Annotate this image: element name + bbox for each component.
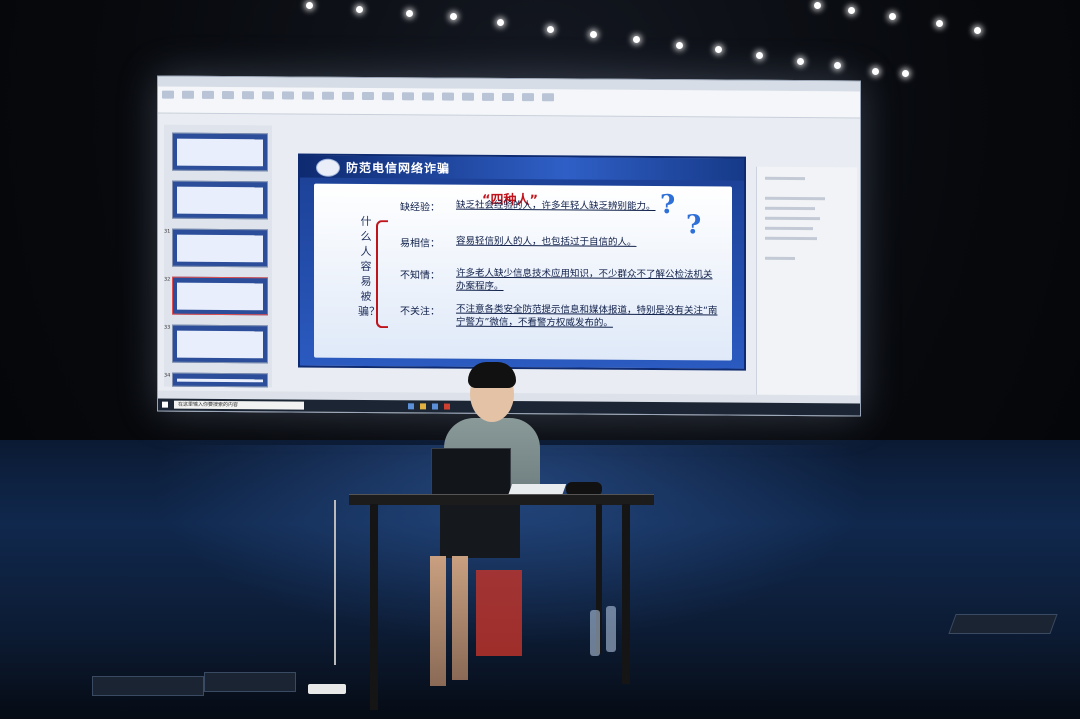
ceiling-light bbox=[676, 42, 683, 49]
floor-vent bbox=[948, 614, 1058, 634]
item-description: 容易轻信别人的人，也包括过于自信的人。 bbox=[456, 235, 637, 248]
pane-row[interactable] bbox=[765, 236, 817, 241]
pane-row[interactable] bbox=[765, 226, 813, 231]
ribbon-icon[interactable] bbox=[542, 93, 554, 102]
thumbnail-number: 33 bbox=[164, 324, 171, 331]
ceiling-light bbox=[406, 10, 413, 17]
folder-icon[interactable] bbox=[420, 403, 426, 410]
item-term: 不关注： bbox=[400, 306, 440, 318]
ribbon-icon[interactable] bbox=[462, 92, 474, 101]
desk-leg bbox=[370, 504, 378, 710]
ceiling-light bbox=[848, 7, 855, 14]
item-description: 许多老人缺少信息技术应用知识，不少群众不了解公检法机关办案程序。 bbox=[456, 267, 713, 292]
thumbnail-number: 34 bbox=[164, 372, 171, 379]
item-description: 缺乏社会经验的人，许多年轻人缺乏辨别能力。 bbox=[456, 199, 656, 213]
ceiling-light bbox=[633, 36, 640, 43]
item-term: 易相信： bbox=[400, 238, 440, 250]
ribbon-icon[interactable] bbox=[302, 91, 314, 100]
brace-bracket bbox=[376, 220, 388, 329]
floor-vent bbox=[204, 672, 296, 692]
pane-row[interactable] bbox=[765, 196, 825, 201]
ribbon-icon[interactable] bbox=[402, 92, 414, 101]
floor-vent bbox=[92, 676, 204, 696]
ribbon-icon[interactable] bbox=[162, 90, 174, 99]
vertical-question-label: 什么人容易被骗？ bbox=[358, 214, 380, 319]
pane-row[interactable] bbox=[765, 256, 795, 260]
water-bottle bbox=[590, 610, 600, 656]
thumbnail-number: 32 bbox=[164, 276, 171, 283]
speaker-hair bbox=[468, 362, 516, 388]
ribbon-icon[interactable] bbox=[182, 90, 194, 99]
pane-row[interactable] bbox=[765, 216, 820, 221]
ribbon-icon[interactable] bbox=[482, 92, 494, 101]
item-description: 不注意各类安全防范提示信息和媒体报道，特别是没有关注“南宁警方”微信，不看警方权… bbox=[456, 303, 718, 329]
ceiling-light bbox=[715, 46, 722, 53]
ceiling-light bbox=[902, 70, 909, 77]
item-term: 缺经验： bbox=[400, 202, 440, 214]
ribbon-icon[interactable] bbox=[422, 92, 434, 101]
power-strip bbox=[308, 684, 346, 694]
ceiling-light bbox=[356, 6, 363, 13]
slide-thumbnail[interactable] bbox=[172, 372, 268, 388]
windows-start-icon[interactable] bbox=[162, 401, 168, 408]
ceiling-light bbox=[834, 62, 841, 69]
speaker-skirt bbox=[440, 498, 520, 558]
ceiling-light bbox=[756, 52, 763, 59]
taskbar-app-icon[interactable] bbox=[408, 403, 414, 410]
ribbon-toolbar bbox=[158, 86, 860, 119]
pane-row[interactable] bbox=[765, 176, 805, 181]
ribbon-icon[interactable] bbox=[522, 93, 534, 102]
slide-header-bar: 防范电信网络诈骗 bbox=[300, 155, 744, 181]
slide-thumbnail[interactable] bbox=[172, 180, 268, 220]
ribbon-icon[interactable] bbox=[382, 92, 394, 101]
slide-thumbnail[interactable] bbox=[172, 228, 268, 268]
ribbon-icon[interactable] bbox=[202, 90, 214, 99]
taskbar-search-input[interactable]: 在这里输入你要搜索的内容 bbox=[174, 400, 304, 410]
taskbar-app-icon[interactable] bbox=[444, 403, 450, 410]
power-cable bbox=[334, 500, 336, 665]
ribbon-icon[interactable] bbox=[262, 91, 274, 100]
question-mark-icon: ? bbox=[660, 190, 676, 221]
ceiling-light bbox=[872, 68, 879, 75]
question-mark-icon: ? bbox=[686, 210, 702, 241]
ceiling-light bbox=[889, 13, 896, 20]
taskbar-app-icon[interactable] bbox=[432, 403, 438, 410]
police-badge-icon bbox=[316, 158, 340, 177]
ceiling-light bbox=[936, 20, 943, 27]
slide-thumbnail[interactable] bbox=[172, 132, 268, 172]
desk-top bbox=[349, 494, 654, 505]
ribbon-icon[interactable] bbox=[222, 90, 234, 100]
desk-leg bbox=[622, 504, 630, 684]
ribbon-icon[interactable] bbox=[502, 92, 514, 102]
laptop bbox=[431, 448, 511, 498]
ribbon-icon[interactable] bbox=[242, 91, 254, 100]
slide-title: 防范电信网络诈骗 bbox=[346, 160, 451, 176]
ceiling-light bbox=[547, 26, 554, 33]
ribbon-icon[interactable] bbox=[362, 91, 374, 101]
ribbon-icon[interactable] bbox=[322, 91, 334, 100]
red-chair bbox=[476, 570, 522, 656]
ceiling-light bbox=[306, 2, 313, 9]
ribbon-icon[interactable] bbox=[442, 92, 454, 101]
pane-row[interactable] bbox=[765, 206, 815, 211]
thumbnail-number: 31 bbox=[164, 228, 171, 235]
slide-body: “四种人” 什么人容易被骗？ 缺经验： 缺乏社会经验的人，许多年轻人缺乏辨别能力… bbox=[314, 183, 732, 361]
slide-thumbnail-active[interactable] bbox=[172, 276, 268, 316]
ceiling-light bbox=[814, 2, 821, 9]
ribbon-icon[interactable] bbox=[342, 91, 354, 100]
ceiling-light bbox=[590, 31, 597, 38]
item-term: 不知情： bbox=[400, 270, 440, 282]
ceiling-light bbox=[974, 27, 981, 34]
slide-thumbnail-panel: 31 32 33 34 bbox=[164, 124, 272, 388]
slide-thumbnail[interactable] bbox=[172, 324, 268, 364]
water-bottle bbox=[606, 606, 616, 652]
ceiling-light bbox=[497, 19, 504, 26]
current-slide: 防范电信网络诈骗 “四种人” 什么人容易被骗？ 缺经验： 缺乏社会经验的人，许多… bbox=[298, 153, 746, 371]
speaker-leg bbox=[430, 556, 446, 686]
speaker-leg bbox=[452, 556, 468, 680]
ceiling-light bbox=[450, 13, 457, 20]
task-pane bbox=[756, 166, 857, 396]
ribbon-icon[interactable] bbox=[282, 91, 294, 100]
ceiling-light bbox=[797, 58, 804, 65]
